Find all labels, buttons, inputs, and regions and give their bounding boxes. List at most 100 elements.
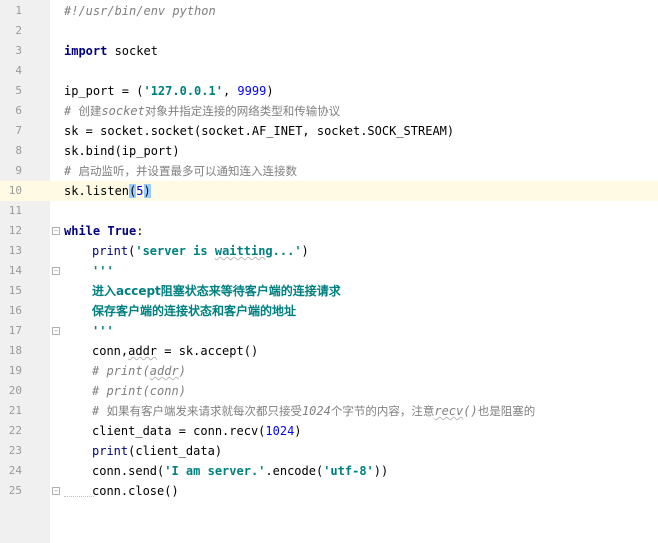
- code-text[interactable]: 进入accept阻塞状态来等待客户端的连接请求: [92, 281, 341, 301]
- line-number[interactable]: 17: [0, 321, 22, 341]
- code-line[interactable]: 6 # 创建socket对象并指定连接的网络类型和传输协议: [0, 101, 658, 121]
- code-line[interactable]: 13 print('server is waitting...'): [0, 241, 658, 261]
- code-token: )): [373, 464, 389, 478]
- line-number[interactable]: 6: [0, 101, 22, 121]
- code-text[interactable]: print('server is waitting...'): [92, 241, 309, 261]
- code-editor[interactable]: 1 #!/usr/bin/env python 2 3 import socket 4 5 i…: [0, 0, 658, 543]
- code-line[interactable]: 21 # 如果有客户端发来请求就每次都只接受1024个字节的内容，注意recv()…: [0, 401, 658, 421]
- code-line[interactable]: 11: [0, 201, 658, 221]
- code-token: = sk.accept(): [157, 344, 259, 358]
- code-token: ): [301, 244, 309, 258]
- code-token: while: [64, 224, 101, 238]
- code-text[interactable]: # print(conn): [92, 381, 186, 401]
- code-text[interactable]: print(client_data): [92, 441, 222, 461]
- code-text[interactable]: sk.listen(5): [64, 181, 151, 201]
- line-number[interactable]: 2: [0, 21, 22, 41]
- code-text[interactable]: client_data = conn.recv(1024): [92, 421, 302, 441]
- line-number[interactable]: 5: [0, 81, 22, 101]
- line-number[interactable]: 7: [0, 121, 22, 141]
- code-token: print: [92, 444, 129, 458]
- code-line[interactable]: 4: [0, 61, 658, 81]
- code-line[interactable]: 22 client_data = conn.recv(1024): [0, 421, 658, 441]
- line-number[interactable]: 19: [0, 361, 22, 381]
- code-text[interactable]: import socket: [64, 41, 158, 61]
- code-text[interactable]: conn.send('I am server.'.encode('utf-8')…: [92, 461, 388, 481]
- code-text[interactable]: conn,addr = sk.accept(): [92, 341, 258, 361]
- code-token: 'utf-8': [323, 464, 374, 478]
- line-number[interactable]: 4: [0, 61, 22, 81]
- code-line[interactable]: 10 sk.listen(5): [0, 181, 658, 201]
- line-number[interactable]: 8: [0, 141, 22, 161]
- code-token: '127.0.0.1': [143, 84, 223, 98]
- line-number[interactable]: 25: [0, 481, 22, 501]
- code-token: sk = socket.socket(socket.AF_INET, socke…: [64, 124, 455, 138]
- code-token: socket: [101, 104, 145, 118]
- code-token: #: [64, 164, 79, 178]
- code-text[interactable]: ''': [92, 321, 114, 341]
- fold-open-icon[interactable]: −: [52, 227, 60, 235]
- fold-end-icon[interactable]: −: [52, 327, 60, 335]
- code-line[interactable]: 20 # print(conn): [0, 381, 658, 401]
- code-text[interactable]: ip_port = ('127.0.0.1', 9999): [64, 81, 274, 101]
- code-token: # print(: [92, 364, 150, 378]
- code-line[interactable]: 25 − conn.close(): [0, 481, 658, 501]
- code-token: ''': [92, 324, 114, 338]
- line-number[interactable]: 1: [0, 1, 22, 21]
- code-token: 对象并指定连接的网络类型和传输协议: [144, 104, 341, 118]
- code-line[interactable]: 1 #!/usr/bin/env python: [0, 1, 658, 21]
- code-text[interactable]: 保存客户端的连接状态和客户端的地址: [92, 301, 296, 321]
- line-number[interactable]: 15: [0, 281, 22, 301]
- line-number[interactable]: 3: [0, 41, 22, 61]
- code-text[interactable]: sk = socket.socket(socket.AF_INET, socke…: [64, 121, 454, 141]
- code-line[interactable]: 16 保存客户端的连接状态和客户端的地址: [0, 301, 658, 321]
- code-line[interactable]: 19 # print(addr): [0, 361, 658, 381]
- code-token: (): [463, 404, 478, 418]
- line-number[interactable]: 21: [0, 401, 22, 421]
- code-line[interactable]: 23 print(client_data): [0, 441, 658, 461]
- line-number[interactable]: 16: [0, 301, 22, 321]
- line-number[interactable]: 14: [0, 261, 22, 281]
- fold-open-icon[interactable]: −: [52, 267, 60, 275]
- code-text[interactable]: # 启动监听，并设置最多可以通知连入连接数: [64, 161, 297, 181]
- code-line[interactable]: 14 − ''': [0, 261, 658, 281]
- line-number[interactable]: 11: [0, 201, 22, 221]
- code-token: 也是阻塞的: [477, 404, 536, 418]
- line-number[interactable]: 18: [0, 341, 22, 361]
- code-line[interactable]: 5 ip_port = ('127.0.0.1', 9999): [0, 81, 658, 101]
- code-token: client_data = conn.recv(: [92, 424, 266, 438]
- code-line[interactable]: 15 进入accept阻塞状态来等待客户端的连接请求: [0, 281, 658, 301]
- code-token: ,: [222, 84, 238, 98]
- code-text[interactable]: #!/usr/bin/env python: [64, 1, 216, 21]
- code-text[interactable]: conn.close(): [92, 481, 179, 501]
- code-line[interactable]: 7 sk = socket.socket(socket.AF_INET, sock…: [0, 121, 658, 141]
- line-number[interactable]: 10: [0, 181, 22, 201]
- code-text[interactable]: # 创建socket对象并指定连接的网络类型和传输协议: [64, 101, 340, 121]
- code-line[interactable]: 3 import socket: [0, 41, 658, 61]
- code-text[interactable]: # 如果有客户端发来请求就每次都只接受1024个字节的内容，注意recv()也是…: [92, 401, 535, 421]
- code-line[interactable]: 2: [0, 21, 658, 41]
- code-token: True: [107, 224, 137, 238]
- code-text[interactable]: # print(addr): [92, 361, 186, 381]
- code-line[interactable]: 24 conn.send('I am server.'.encode('utf-8…: [0, 461, 658, 481]
- line-number[interactable]: 12: [0, 221, 22, 241]
- code-text[interactable]: while True:: [64, 221, 144, 241]
- line-number[interactable]: 23: [0, 441, 22, 461]
- line-number[interactable]: 24: [0, 461, 22, 481]
- code-line[interactable]: 8 sk.bind(ip_port): [0, 141, 658, 161]
- code-text[interactable]: sk.bind(ip_port): [64, 141, 180, 161]
- code-token: ): [266, 84, 274, 98]
- line-number[interactable]: 22: [0, 421, 22, 441]
- code-line[interactable]: 12 − while True:: [0, 221, 658, 241]
- code-token: 9999: [237, 84, 267, 98]
- line-number[interactable]: 9: [0, 161, 22, 181]
- code-line[interactable]: 9 # 启动监听，并设置最多可以通知连入连接数: [0, 161, 658, 181]
- code-token: 如果有客户端发来请求就每次都只接受: [106, 404, 302, 418]
- line-number[interactable]: 13: [0, 241, 22, 261]
- code-token: #: [92, 404, 107, 418]
- line-number[interactable]: 20: [0, 381, 22, 401]
- code-line[interactable]: 18 conn,addr = sk.accept(): [0, 341, 658, 361]
- fold-end-icon[interactable]: −: [52, 487, 60, 495]
- code-token: 保存客户端的连接状态和客户端的地址: [92, 304, 297, 318]
- code-line[interactable]: 17 − ''': [0, 321, 658, 341]
- code-text[interactable]: ''': [92, 261, 114, 281]
